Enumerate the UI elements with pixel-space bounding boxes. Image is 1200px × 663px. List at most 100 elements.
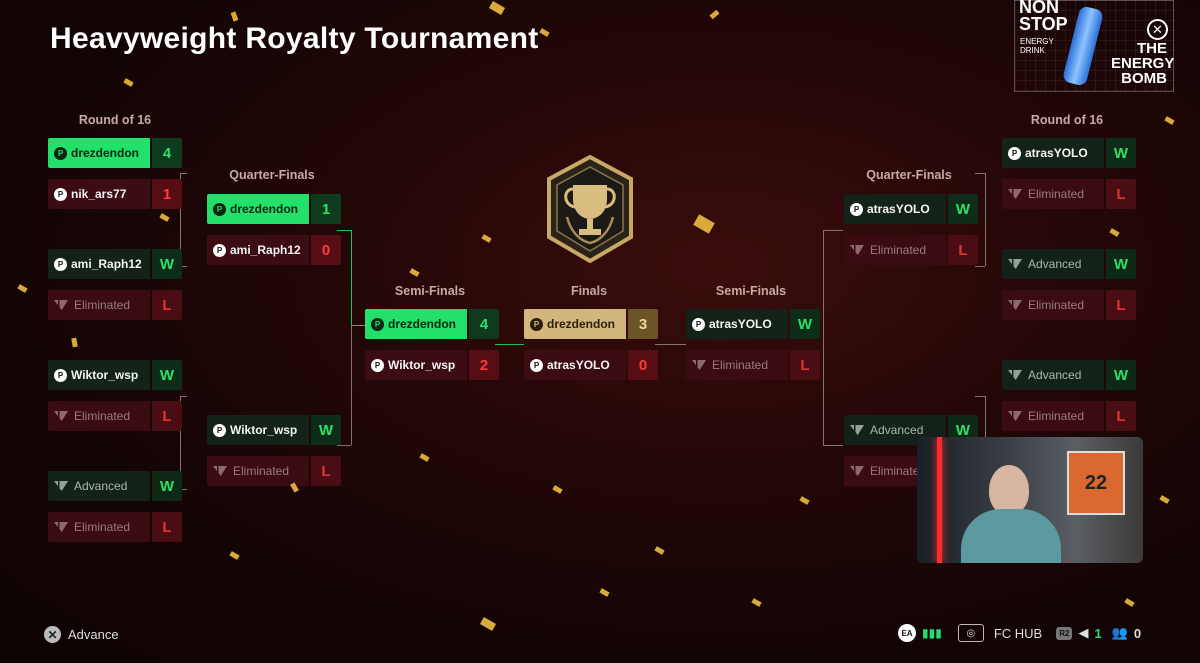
slot-status: Eliminated [1028,187,1085,201]
right-r16-slot-3[interactable]: Advanced W [1002,249,1136,279]
slot-status: Eliminated [870,243,927,257]
friends-icon: 👥 [1111,625,1128,640]
match-score: W [1106,360,1136,390]
player-name: atrasYOLO [547,358,610,372]
energy-can-icon [1061,5,1105,87]
playstation-icon: P [213,202,226,216]
playstation-icon: P [850,202,863,216]
right-r16-slot-4[interactable]: Eliminated L [1002,290,1136,320]
fc-logo-icon [850,245,864,255]
confetti [693,214,715,234]
player-name: drezdendon [230,202,298,216]
player-name: atrasYOLO [709,317,772,331]
left-r16-slot-3[interactable]: Pami_Raph12 W [48,249,182,279]
player-name: drezdendon [388,317,456,331]
match-score: L [948,235,978,265]
left-r16-slot-6[interactable]: Eliminated L [48,401,182,431]
confetti [709,9,720,20]
right-sf-slot-1[interactable]: PatrasYOLO W [686,309,820,339]
left-r16-slot-7[interactable]: Advanced W [48,471,182,501]
match-score: 0 [311,235,341,265]
round-label-right-sf: Semi-Finals [715,284,787,298]
bracket-line [337,445,351,446]
round-label-right-r16: Round of 16 [1030,113,1104,127]
left-r16-slot-8[interactable]: Eliminated L [48,512,182,542]
fc-logo-icon [54,411,68,421]
confetti [488,1,506,15]
round-label-left-r16: Round of 16 [78,113,152,127]
playstation-icon: P [692,317,705,331]
sponsor-line6: ENERGY [1111,55,1175,72]
player-name: ami_Raph12 [71,257,142,271]
sponsor-line2: STOP [1019,14,1068,34]
fc-hub-label[interactable]: FC HUB [994,626,1042,641]
match-score: 2 [469,350,499,380]
match-score: L [790,350,820,380]
right-r16-slot-6[interactable]: Eliminated L [1002,401,1136,431]
match-score: 0 [628,350,658,380]
playstation-icon: P [54,187,67,201]
slot-status: Eliminated [74,298,131,312]
sponsor-line4: DRINK [1020,46,1045,55]
right-r16-slot-5[interactable]: Advanced W [1002,360,1136,390]
round-label-left-qf: Quarter-Finals [229,168,315,182]
left-r16-slot-4[interactable]: Eliminated L [48,290,182,320]
match-score: W [152,471,182,501]
fc-logo-icon [850,466,864,476]
playstation-icon: P [54,146,67,160]
left-r16-slot-1[interactable]: Pdrezdendon 4 [48,138,182,168]
player-name: Wiktor_wsp [388,358,456,372]
match-score: W [790,309,820,339]
left-r16-slot-2[interactable]: Pnik_ars77 1 [48,179,182,209]
signal-icon: ▮▮▮ [922,626,942,640]
left-qf-slot-2[interactable]: Pami_Raph12 0 [207,235,341,265]
left-qf-slot-3[interactable]: P Wiktor_wsp W [207,415,341,445]
playstation-icon: P [530,317,543,331]
sponsor-line5: THE [1137,40,1167,57]
confetti [552,485,563,494]
bracket-line [823,445,843,446]
confetti [409,268,420,277]
bracket-line [351,325,352,445]
fc-logo-icon [54,300,68,310]
r2-button-icon: R2 [1056,626,1073,640]
advance-label: Advance [68,627,119,642]
right-qf-slot-2[interactable]: Eliminated L [844,235,978,265]
match-score: L [1106,290,1136,320]
player-name: drezdendon [547,317,615,331]
slot-status: Eliminated [74,409,131,423]
match-score: 4 [469,309,499,339]
confetti [123,78,134,87]
round-label-right-qf: Quarter-Finals [866,168,952,182]
left-sf-slot-1[interactable]: Pdrezdendon 4 [365,309,499,339]
left-sf-slot-2[interactable]: P Wiktor_wsp 2 [365,350,499,380]
right-sf-slot-2[interactable]: Eliminated L [686,350,820,380]
fc-logo-icon [1008,300,1022,310]
final-slot-1[interactable]: Pdrezdendon 3 [524,309,658,339]
confetti [71,337,78,348]
confetti [159,213,170,222]
match-score: W [152,249,182,279]
sponsor-line7: BOMB [1121,70,1167,87]
right-r16-slot-1[interactable]: PatrasYOLO W [1002,138,1136,168]
match-score: L [152,290,182,320]
fc-logo-icon [1008,370,1022,380]
final-slot-2[interactable]: PatrasYOLO 0 [524,350,658,380]
confetti [479,617,497,631]
slot-status: Eliminated [233,464,290,478]
fc-logo-icon [1008,189,1022,199]
left-qf-slot-1[interactable]: Pdrezdendon 1 [207,194,341,224]
fc-logo-icon [1008,411,1022,421]
player-name: drezdendon [71,146,139,160]
sponsor-logo: NON STOP ENERGY DRINK ✕ THE ENERGY BOMB [1014,0,1174,92]
right-r16-slot-2[interactable]: Eliminated L [1002,179,1136,209]
right-qf-slot-1[interactable]: PatrasYOLO W [844,194,978,224]
cross-button-icon: ✕ [44,626,61,643]
bracket-line [823,230,843,231]
left-r16-slot-5[interactable]: P Wiktor_wsp W [48,360,182,390]
advance-prompt[interactable]: ✕ Advance [44,626,119,643]
bracket-line [180,173,187,174]
playstation-icon: P [213,243,226,257]
left-qf-slot-4[interactable]: Eliminated L [207,456,341,486]
bracket-line [655,344,686,345]
